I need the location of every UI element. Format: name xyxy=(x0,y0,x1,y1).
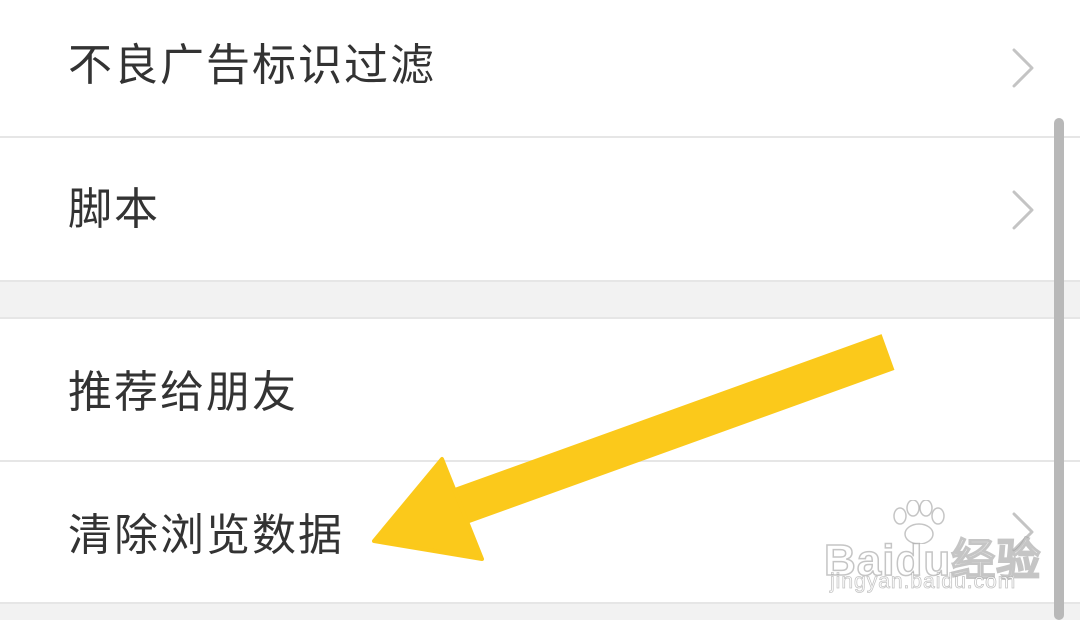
section-gap xyxy=(0,280,1080,318)
chevron-right-icon xyxy=(1012,48,1034,88)
setting-item-clear-browsing-data[interactable]: 清除浏览数据 xyxy=(0,462,1080,602)
scrollbar[interactable] xyxy=(1054,118,1064,620)
setting-item-ad-filter[interactable]: 不良广告标识过滤 xyxy=(0,0,1080,136)
section-gap xyxy=(0,604,1080,620)
setting-item-label: 清除浏览数据 xyxy=(68,510,344,561)
settings-screen: 不良广告标识过滤 脚本 推荐给朋友 清除浏览数据 Baidu经验 jingyan… xyxy=(0,0,1080,620)
setting-item-label: 不良广告标识过滤 xyxy=(68,40,436,91)
setting-item-label: 脚本 xyxy=(68,184,160,235)
setting-item-label: 推荐给朋友 xyxy=(68,367,298,418)
chevron-right-icon xyxy=(1012,190,1034,230)
setting-item-scripts[interactable]: 脚本 xyxy=(0,138,1080,280)
chevron-right-icon xyxy=(1012,512,1034,552)
setting-item-recommend-friends[interactable]: 推荐给朋友 xyxy=(0,319,1080,460)
divider xyxy=(0,280,1080,282)
